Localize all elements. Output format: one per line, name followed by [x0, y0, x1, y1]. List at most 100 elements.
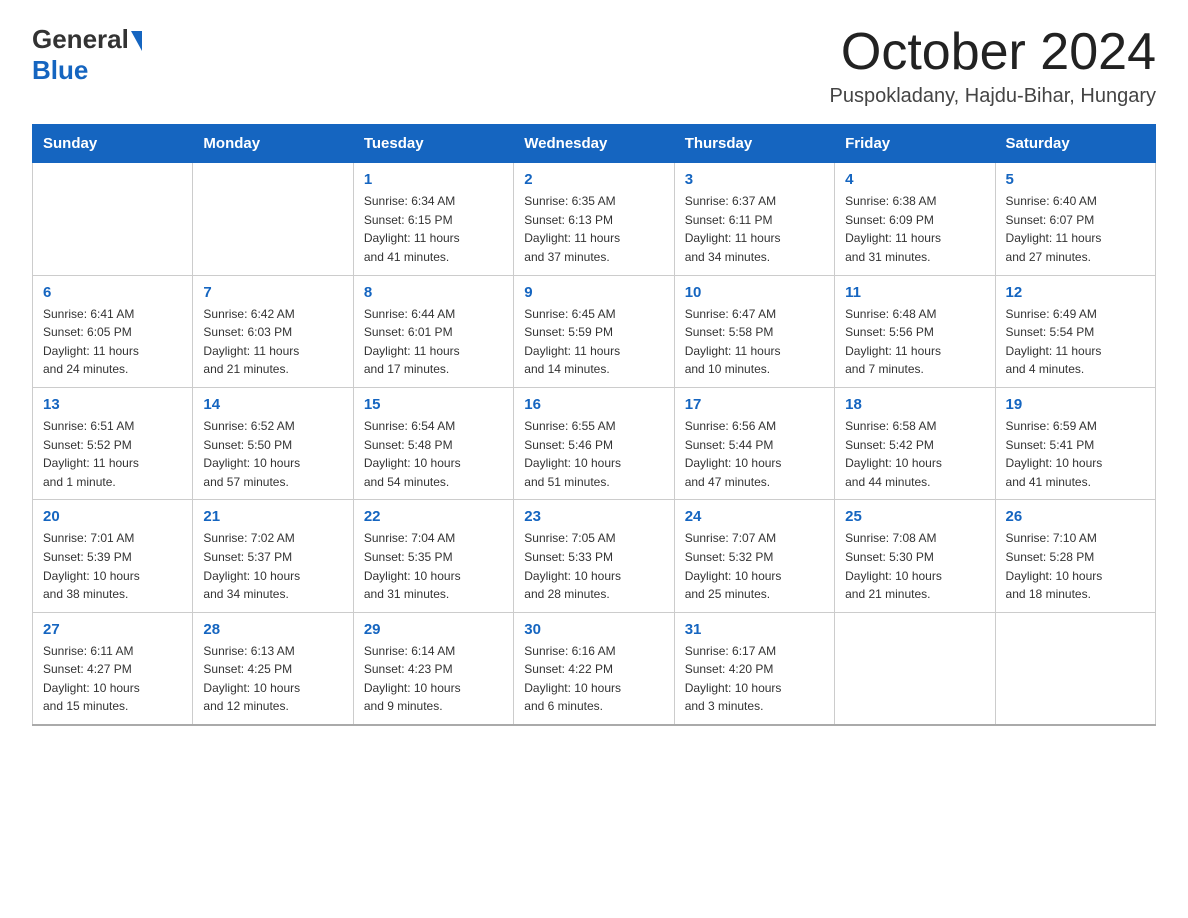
calendar-day-cell: 31Sunrise: 6:17 AM Sunset: 4:20 PM Dayli…	[674, 612, 834, 725]
calendar-day-cell: 19Sunrise: 6:59 AM Sunset: 5:41 PM Dayli…	[995, 387, 1155, 499]
day-number: 16	[524, 396, 663, 413]
day-number: 29	[364, 621, 503, 638]
day-info: Sunrise: 6:55 AM Sunset: 5:46 PM Dayligh…	[524, 417, 663, 491]
calendar-day-cell	[193, 163, 353, 275]
weekday-header-saturday: Saturday	[995, 125, 1155, 163]
day-info: Sunrise: 6:51 AM Sunset: 5:52 PM Dayligh…	[43, 417, 182, 491]
day-info: Sunrise: 7:10 AM Sunset: 5:28 PM Dayligh…	[1006, 529, 1145, 603]
day-info: Sunrise: 6:13 AM Sunset: 4:25 PM Dayligh…	[203, 642, 342, 716]
day-info: Sunrise: 6:59 AM Sunset: 5:41 PM Dayligh…	[1006, 417, 1145, 491]
day-info: Sunrise: 6:49 AM Sunset: 5:54 PM Dayligh…	[1006, 305, 1145, 379]
day-number: 6	[43, 284, 182, 301]
day-info: Sunrise: 6:11 AM Sunset: 4:27 PM Dayligh…	[43, 642, 182, 716]
logo-arrow-icon	[131, 31, 142, 51]
weekday-header-thursday: Thursday	[674, 125, 834, 163]
weekday-header-tuesday: Tuesday	[353, 125, 513, 163]
calendar-day-cell: 14 Sunrise: 6:52 AM Sunset: 5:50 PM Dayli…	[193, 387, 353, 499]
day-number: 9	[524, 284, 663, 301]
calendar-week-row: 6 Sunrise: 6:41 AM Sunset: 6:05 PM Daylig…	[33, 275, 1156, 387]
day-number: 15	[364, 396, 503, 413]
day-number: 25	[845, 508, 984, 525]
day-number: 1	[364, 171, 503, 188]
day-info: Sunrise: 6:54 AM Sunset: 5:48 PM Dayligh…	[364, 417, 503, 491]
weekday-header-monday: Monday	[193, 125, 353, 163]
calendar-day-cell: 22 Sunrise: 7:04 AM Sunset: 5:35 PM Dayli…	[353, 500, 513, 612]
day-number: 30	[524, 621, 663, 638]
calendar-day-cell: 2Sunrise: 6:35 AM Sunset: 6:13 PM Daylig…	[514, 163, 674, 275]
day-number: 18	[845, 396, 984, 413]
day-info: Sunrise: 6:14 AM Sunset: 4:23 PM Dayligh…	[364, 642, 503, 716]
weekday-header-wednesday: Wednesday	[514, 125, 674, 163]
day-number: 7	[203, 284, 342, 301]
calendar-day-cell: 23 Sunrise: 7:05 AM Sunset: 5:33 PM Dayli…	[514, 500, 674, 612]
day-number: 23	[524, 508, 663, 525]
day-number: 17	[685, 396, 824, 413]
calendar-day-cell: 5 Sunrise: 6:40 AM Sunset: 6:07 PM Daylig…	[995, 163, 1155, 275]
calendar-week-row: 27 Sunrise: 6:11 AM Sunset: 4:27 PM Dayli…	[33, 612, 1156, 725]
day-info: Sunrise: 7:01 AM Sunset: 5:39 PM Dayligh…	[43, 529, 182, 603]
day-info: Sunrise: 6:38 AM Sunset: 6:09 PM Dayligh…	[845, 192, 984, 266]
calendar-day-cell: 24 Sunrise: 7:07 AM Sunset: 5:32 PM Dayli…	[674, 500, 834, 612]
day-info: Sunrise: 6:37 AM Sunset: 6:11 PM Dayligh…	[685, 192, 824, 266]
day-info: Sunrise: 6:17 AM Sunset: 4:20 PM Dayligh…	[685, 642, 824, 716]
day-number: 24	[685, 508, 824, 525]
calendar-day-cell: 10 Sunrise: 6:47 AM Sunset: 5:58 PM Dayli…	[674, 275, 834, 387]
day-number: 8	[364, 284, 503, 301]
calendar-table: SundayMondayTuesdayWednesdayThursdayFrid…	[32, 124, 1156, 726]
weekday-header-sunday: Sunday	[33, 125, 193, 163]
calendar-body: 1 Sunrise: 6:34 AM Sunset: 6:15 PM Daylig…	[33, 163, 1156, 725]
calendar-day-cell: 21 Sunrise: 7:02 AM Sunset: 5:37 PM Dayli…	[193, 500, 353, 612]
calendar-day-cell: 4 Sunrise: 6:38 AM Sunset: 6:09 PM Daylig…	[835, 163, 995, 275]
title-block: October 2024 Puspokladany, Hajdu-Bihar, …	[830, 24, 1156, 108]
location-text: Puspokladany, Hajdu-Bihar, Hungary	[830, 85, 1156, 108]
calendar-day-cell: 15 Sunrise: 6:54 AM Sunset: 5:48 PM Dayli…	[353, 387, 513, 499]
day-number: 3	[685, 171, 824, 188]
calendar-day-cell: 12 Sunrise: 6:49 AM Sunset: 5:54 PM Dayli…	[995, 275, 1155, 387]
calendar-day-cell: 29 Sunrise: 6:14 AM Sunset: 4:23 PM Dayli…	[353, 612, 513, 725]
calendar-day-cell	[835, 612, 995, 725]
calendar-week-row: 13 Sunrise: 6:51 AM Sunset: 5:52 PM Dayli…	[33, 387, 1156, 499]
logo-general-text: General	[32, 24, 129, 55]
day-info: Sunrise: 6:35 AM Sunset: 6:13 PM Dayligh…	[524, 192, 663, 266]
calendar-day-cell: 20 Sunrise: 7:01 AM Sunset: 5:39 PM Dayli…	[33, 500, 193, 612]
calendar-day-cell: 3 Sunrise: 6:37 AM Sunset: 6:11 PM Daylig…	[674, 163, 834, 275]
day-info: Sunrise: 6:47 AM Sunset: 5:58 PM Dayligh…	[685, 305, 824, 379]
day-number: 11	[845, 284, 984, 301]
calendar-day-cell: 16 Sunrise: 6:55 AM Sunset: 5:46 PM Dayli…	[514, 387, 674, 499]
day-info: Sunrise: 6:45 AM Sunset: 5:59 PM Dayligh…	[524, 305, 663, 379]
calendar-day-cell	[33, 163, 193, 275]
day-info: Sunrise: 6:52 AM Sunset: 5:50 PM Dayligh…	[203, 417, 342, 491]
weekday-header-friday: Friday	[835, 125, 995, 163]
day-number: 12	[1006, 284, 1145, 301]
day-number: 20	[43, 508, 182, 525]
day-info: Sunrise: 6:56 AM Sunset: 5:44 PM Dayligh…	[685, 417, 824, 491]
day-info: Sunrise: 7:05 AM Sunset: 5:33 PM Dayligh…	[524, 529, 663, 603]
day-number: 10	[685, 284, 824, 301]
calendar-week-row: 20 Sunrise: 7:01 AM Sunset: 5:39 PM Dayli…	[33, 500, 1156, 612]
calendar-day-cell: 26Sunrise: 7:10 AM Sunset: 5:28 PM Dayli…	[995, 500, 1155, 612]
day-info: Sunrise: 6:44 AM Sunset: 6:01 PM Dayligh…	[364, 305, 503, 379]
calendar-day-cell: 30Sunrise: 6:16 AM Sunset: 4:22 PM Dayli…	[514, 612, 674, 725]
day-info: Sunrise: 6:58 AM Sunset: 5:42 PM Dayligh…	[845, 417, 984, 491]
calendar-week-row: 1 Sunrise: 6:34 AM Sunset: 6:15 PM Daylig…	[33, 163, 1156, 275]
day-info: Sunrise: 6:41 AM Sunset: 6:05 PM Dayligh…	[43, 305, 182, 379]
day-info: Sunrise: 7:07 AM Sunset: 5:32 PM Dayligh…	[685, 529, 824, 603]
logo-blue-text: Blue	[32, 55, 88, 86]
day-info: Sunrise: 6:48 AM Sunset: 5:56 PM Dayligh…	[845, 305, 984, 379]
day-info: Sunrise: 6:34 AM Sunset: 6:15 PM Dayligh…	[364, 192, 503, 266]
day-number: 5	[1006, 171, 1145, 188]
day-number: 27	[43, 621, 182, 638]
calendar-day-cell: 25Sunrise: 7:08 AM Sunset: 5:30 PM Dayli…	[835, 500, 995, 612]
calendar-day-cell: 13 Sunrise: 6:51 AM Sunset: 5:52 PM Dayli…	[33, 387, 193, 499]
day-number: 13	[43, 396, 182, 413]
day-info: Sunrise: 6:40 AM Sunset: 6:07 PM Dayligh…	[1006, 192, 1145, 266]
day-number: 22	[364, 508, 503, 525]
day-info: Sunrise: 7:04 AM Sunset: 5:35 PM Dayligh…	[364, 529, 503, 603]
logo: General Blue	[32, 24, 142, 86]
calendar-day-cell: 9 Sunrise: 6:45 AM Sunset: 5:59 PM Daylig…	[514, 275, 674, 387]
day-info: Sunrise: 7:02 AM Sunset: 5:37 PM Dayligh…	[203, 529, 342, 603]
day-number: 21	[203, 508, 342, 525]
page-header: General Blue October 2024 Puspokladany, …	[32, 24, 1156, 108]
day-number: 14	[203, 396, 342, 413]
day-number: 4	[845, 171, 984, 188]
